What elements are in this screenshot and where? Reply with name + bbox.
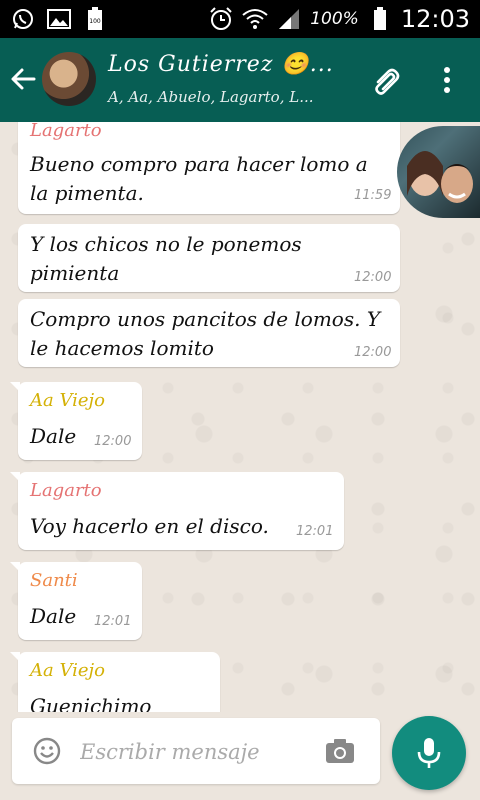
wifi-icon bbox=[242, 6, 268, 32]
message-bubble[interactable]: Compro unos pancitos de lomos. Y le hace… bbox=[18, 299, 400, 367]
chat-header: Los Gutierrez 😊... A, Aa, Abuelo, Lagart… bbox=[0, 38, 480, 122]
message-bubble[interactable]: Santi Dale 12:01 bbox=[10, 562, 142, 640]
message-sender: Lagarto bbox=[30, 480, 102, 501]
message-text: Compro unos pancitos de lomos. Y le hace… bbox=[30, 307, 381, 360]
message-composer bbox=[12, 718, 380, 784]
group-avatar[interactable] bbox=[42, 52, 96, 106]
message-text: Guenichimo bbox=[30, 694, 152, 712]
battery-full-small-icon: 100 bbox=[82, 6, 108, 32]
message-time: 12:00 bbox=[354, 345, 392, 360]
signal-icon bbox=[276, 6, 302, 32]
message-bubble[interactable]: Lagarto Bueno compro para hacer lomo a l… bbox=[18, 122, 400, 214]
message-time: 12:00 bbox=[354, 270, 392, 285]
emoji-button[interactable] bbox=[32, 736, 62, 766]
more-options-button[interactable] bbox=[435, 64, 459, 96]
emoji-icon bbox=[33, 737, 61, 765]
back-button[interactable] bbox=[8, 64, 38, 94]
message-text: Dale bbox=[30, 604, 77, 628]
alarm-icon bbox=[208, 6, 234, 32]
message-time: 11:59 bbox=[354, 188, 392, 203]
message-input[interactable] bbox=[78, 732, 312, 772]
voice-message-button[interactable] bbox=[392, 716, 466, 790]
status-bar: 100 100% 12:03 bbox=[0, 0, 480, 38]
bubble-tail bbox=[10, 562, 20, 572]
status-time: 12:03 bbox=[400, 5, 470, 33]
message-text: Dale bbox=[30, 424, 77, 448]
message-sender: Aa Viejo bbox=[30, 660, 105, 681]
message-text: Y los chicos no le ponemos pimienta bbox=[30, 232, 302, 285]
message-text: Bueno compro para hacer lomo a la piment… bbox=[30, 152, 368, 205]
battery-percent: 100% bbox=[310, 9, 359, 29]
svg-text:100: 100 bbox=[89, 18, 101, 25]
chat-participants[interactable]: A, Aa, Abuelo, Lagarto, L... bbox=[108, 88, 314, 106]
message-time: 12:00 bbox=[94, 434, 132, 449]
bubble-tail bbox=[10, 382, 20, 392]
mic-icon bbox=[417, 738, 441, 768]
camera-icon bbox=[326, 739, 354, 763]
profile-photo-image bbox=[407, 151, 473, 203]
message-text: Voy hacerlo en el disco. bbox=[30, 514, 269, 538]
camera-button[interactable] bbox=[324, 736, 356, 766]
message-sender: Lagarto bbox=[30, 122, 102, 141]
message-bubble[interactable]: Lagarto Voy hacerlo en el disco. 12:01 bbox=[10, 472, 344, 550]
bubble-tail bbox=[10, 472, 20, 482]
chat-title[interactable]: Los Gutierrez 😊... bbox=[108, 52, 334, 77]
image-icon bbox=[46, 6, 72, 32]
message-time: 12:01 bbox=[94, 614, 132, 629]
message-time: 12:01 bbox=[296, 524, 334, 539]
message-bubble[interactable]: Y los chicos no le ponemos pimienta 12:0… bbox=[18, 224, 400, 292]
battery-icon bbox=[367, 6, 393, 32]
message-list[interactable]: Lagarto Bueno compro para hacer lomo a l… bbox=[0, 122, 480, 712]
message-sender: Aa Viejo bbox=[30, 390, 105, 411]
arrow-left-icon bbox=[11, 68, 36, 90]
whatsapp-icon bbox=[10, 6, 36, 32]
attach-button[interactable] bbox=[370, 64, 402, 96]
message-sender: Santi bbox=[30, 570, 78, 591]
bubble-tail bbox=[10, 652, 20, 662]
message-bubble[interactable]: Aa Viejo Guenichimo bbox=[10, 652, 220, 712]
paperclip-icon bbox=[375, 68, 400, 95]
more-vert-icon bbox=[444, 67, 450, 93]
sender-profile-photo[interactable] bbox=[397, 126, 480, 218]
message-bubble[interactable]: Aa Viejo Dale 12:00 bbox=[10, 382, 142, 460]
